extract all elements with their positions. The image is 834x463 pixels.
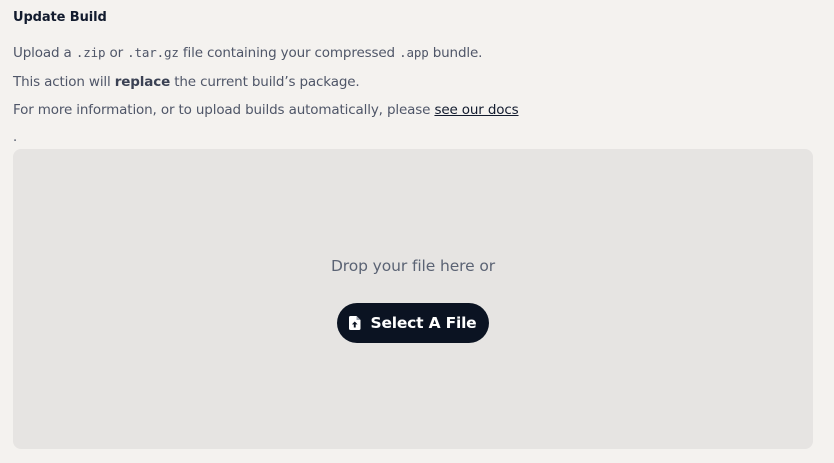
instruction-text: file containing your compressed (178, 45, 400, 61)
trailing-dot: . (13, 130, 18, 145)
warning-text: This action will (13, 74, 115, 90)
upload-instructions: Upload a .zip or .tar.gz file containing… (13, 45, 482, 61)
instruction-text: bundle. (428, 45, 483, 61)
docs-info: For more information, or to upload build… (13, 102, 519, 118)
app-extension: .app (399, 45, 429, 60)
file-upload-icon (349, 316, 361, 330)
file-dropzone[interactable]: Drop your file here or Select A File (13, 149, 813, 449)
select-file-button[interactable]: Select A File (337, 303, 489, 343)
drop-prompt: Drop your file here or (330, 257, 496, 275)
update-build-page: Update Build Upload a .zip or .tar.gz fi… (0, 0, 834, 463)
replace-emphasis: replace (114, 74, 171, 90)
page-title: Update Build (13, 10, 107, 25)
zip-extension: .zip (75, 45, 106, 60)
instruction-text: Upload a (13, 45, 76, 61)
warning-text: the current build’s package. (170, 74, 360, 90)
docs-link[interactable]: see our docs (434, 102, 518, 118)
replace-warning: This action will replace the current bui… (13, 74, 360, 90)
targz-extension: .tar.gz (127, 45, 179, 60)
instruction-text: or (105, 45, 128, 61)
docs-text: For more information, or to upload build… (13, 102, 435, 118)
select-file-label: Select A File (370, 314, 477, 332)
